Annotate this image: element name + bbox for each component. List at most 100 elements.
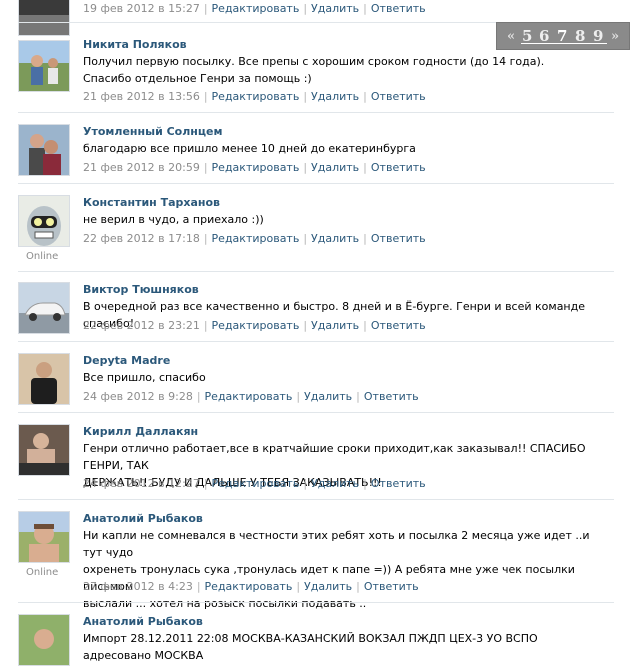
comment-divider — [18, 412, 614, 413]
meta-separator: | — [196, 390, 201, 403]
delete-link[interactable]: Удалить — [311, 232, 359, 245]
comment-text: не верил в чудо, а приехало :)) — [83, 211, 603, 228]
edit-link[interactable]: Редактировать — [212, 161, 300, 174]
author-name-link[interactable]: Никита Поляков — [83, 38, 187, 51]
avatar[interactable] — [18, 282, 70, 334]
meta-separator: | — [203, 232, 208, 245]
comment-date: 21 фев 2012 в 20:59 — [83, 161, 200, 174]
meta-separator: | — [356, 580, 360, 593]
delete-link[interactable]: Удалить — [311, 2, 359, 15]
comment-meta: 21 фев 2012 в 13:56 | Редактировать | Удалит… — [83, 90, 426, 103]
comment-text-line: Импорт 28.12.2011 22:08 МОСКВА-КАЗАНСКИЙ… — [83, 632, 538, 662]
meta-separator: | — [203, 161, 208, 174]
comment-text-line: выслали ... хотел на розыск посылки пода… — [83, 597, 367, 610]
edit-link[interactable]: Редактировать — [212, 90, 300, 103]
reply-link[interactable]: Ответить — [364, 580, 419, 593]
edit-link[interactable]: Редактировать — [212, 319, 300, 332]
reply-link[interactable]: Ответить — [371, 90, 426, 103]
comment-meta: 24 фев 2012 в 12:27 | Редактировать | Удалит… — [83, 477, 426, 490]
comment-text: Все пришло, спасибо — [83, 369, 603, 386]
reply-link[interactable]: Ответить — [371, 161, 426, 174]
author-name-link[interactable]: Виктор Тюшняков — [83, 283, 199, 296]
comment-text: благодарю все пришло менее 10 дней до ек… — [83, 140, 603, 157]
author-name-link[interactable]: Depyta Madre — [83, 354, 170, 367]
author-name-link[interactable]: Кирилл Даллакян — [83, 425, 198, 438]
comment-divider — [18, 112, 614, 113]
comment-meta: 21 фев 2012 в 20:59 | Редактировать | Удалит… — [83, 161, 426, 174]
comment-divider — [18, 602, 614, 603]
reply-link[interactable]: Ответить — [364, 390, 419, 403]
meta-separator: | — [196, 580, 201, 593]
online-status: Online — [26, 567, 59, 578]
comment-text-line: Генри отлично работает,все в кратчайшие … — [83, 442, 586, 472]
next-page-link[interactable]: » — [611, 29, 619, 44]
meta-separator: | — [203, 319, 208, 332]
edit-link[interactable]: Редактировать — [212, 232, 300, 245]
comment-date: 19 фев 2012 в 15:27 — [83, 2, 200, 15]
delete-link[interactable]: Удалить — [311, 161, 359, 174]
comment-divider — [18, 499, 614, 500]
comment-date: 24 фев 2012 в 9:28 — [83, 390, 193, 403]
comment-meta: 22 фев 2012 в 23:21 | Редактировать | Удалит… — [83, 319, 426, 332]
delete-link[interactable]: Удалить — [304, 580, 352, 593]
comment-text-line: Все пришло, спасибо — [83, 371, 206, 384]
delete-link[interactable]: Удалить — [311, 477, 359, 490]
meta-separator: | — [363, 232, 367, 245]
prev-page-link[interactable]: « — [507, 29, 515, 44]
meta-separator: | — [296, 390, 301, 403]
author-name-link[interactable]: Анатолий Рыбаков — [83, 512, 203, 525]
wall-comments: 19 фев 2012 в 15:27 | Редактировать | Удалит… — [0, 0, 640, 666]
edit-link[interactable]: Редактировать — [205, 580, 293, 593]
pagination: « 5 6 7 8 9 » — [496, 22, 630, 50]
comment-divider — [18, 341, 614, 342]
meta-separator: | — [203, 2, 208, 15]
comment-date: 21 фев 2012 в 13:56 — [83, 90, 200, 103]
meta-separator: | — [303, 90, 308, 103]
meta-separator: | — [303, 477, 308, 490]
comment-divider — [18, 271, 614, 272]
comment-text: Ни капли не сомневался в честности этих … — [83, 527, 603, 612]
meta-separator: | — [303, 232, 308, 245]
meta-separator: | — [303, 161, 308, 174]
comment-text-line: не верил в чудо, а приехало :)) — [83, 213, 264, 226]
author-name-link[interactable]: Анатолий Рыбаков — [83, 615, 203, 628]
edit-link[interactable]: Редактировать — [205, 390, 293, 403]
meta-separator: | — [356, 390, 360, 403]
comment-date: 27 фев 2012 в 4:23 — [83, 580, 193, 593]
avatar[interactable] — [18, 0, 70, 36]
reply-link[interactable]: Ответить — [371, 2, 426, 15]
reply-link[interactable]: Ответить — [371, 477, 426, 490]
meta-separator: | — [363, 477, 367, 490]
meta-separator: | — [303, 319, 308, 332]
meta-separator: | — [203, 90, 208, 103]
comment-text-line: Ни капли не сомневался в честности этих … — [83, 529, 590, 559]
comment-divider — [18, 183, 614, 184]
meta-separator: | — [363, 90, 367, 103]
delete-link[interactable]: Удалить — [311, 90, 359, 103]
avatar[interactable] — [18, 353, 70, 405]
online-status: Online — [26, 251, 59, 262]
comment-date: 22 фев 2012 в 23:21 — [83, 319, 200, 332]
meta-separator: | — [296, 580, 301, 593]
reply-link[interactable]: Ответить — [371, 232, 426, 245]
edit-link[interactable]: Редактировать — [212, 477, 300, 490]
meta-separator: | — [363, 161, 367, 174]
avatar[interactable] — [18, 424, 70, 476]
author-name-link[interactable]: Утомленный Солнцем — [83, 125, 223, 138]
comment-text-line: Получил первую посылку. Все препы с хоро… — [83, 55, 545, 68]
meta-separator: | — [303, 2, 308, 15]
avatar[interactable] — [18, 195, 70, 247]
delete-link[interactable]: Удалить — [304, 390, 352, 403]
comment-meta: 22 фев 2012 в 17:18 | Редактировать | Удалит… — [83, 232, 426, 245]
reply-link[interactable]: Ответить — [371, 319, 426, 332]
edit-link[interactable]: Редактировать — [212, 2, 300, 15]
meta-separator: | — [363, 2, 367, 15]
avatar[interactable] — [18, 40, 70, 92]
delete-link[interactable]: Удалить — [311, 319, 359, 332]
avatar[interactable] — [18, 124, 70, 176]
meta-separator: | — [203, 477, 208, 490]
comment-text: Импорт 28.12.2011 22:08 МОСКВА-КАЗАНСКИЙ… — [83, 630, 603, 664]
author-name-link[interactable]: Константин Тарханов — [83, 196, 220, 209]
avatar[interactable] — [18, 614, 70, 666]
avatar[interactable] — [18, 511, 70, 563]
